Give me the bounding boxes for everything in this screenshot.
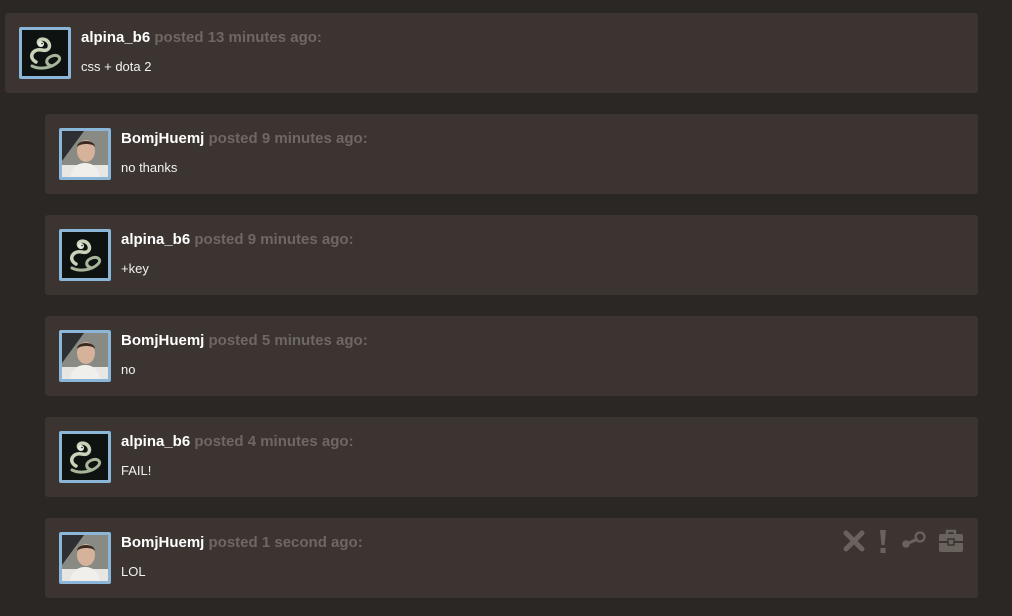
post-header: alpina_b6 posted 13 minutes ago: [81, 29, 322, 47]
comment-post: BomjHuemj posted 9 minutes ago: no thank… [45, 114, 978, 194]
report-icon[interactable] [878, 528, 888, 554]
comment-post: BomjHuemj posted 5 minutes ago: no [45, 316, 978, 396]
post-actions [842, 526, 964, 556]
author-name[interactable]: BomjHuemj [121, 332, 204, 349]
post-header: BomjHuemj posted 9 minutes ago: [121, 130, 368, 148]
author-name[interactable]: alpina_b6 [121, 433, 190, 450]
comment-post: alpina_b6 posted 4 minutes ago: FAIL! [45, 417, 978, 497]
post-timestamp: posted 4 minutes ago: [194, 433, 354, 450]
person-photo-icon [62, 535, 108, 581]
post-header: BomjHuemj posted 1 second ago: [121, 534, 363, 552]
delete-icon[interactable] [842, 529, 866, 553]
post-timestamp: posted 9 minutes ago: [208, 130, 368, 147]
post-body: +key [121, 261, 149, 276]
post-header: BomjHuemj posted 5 minutes ago: [121, 332, 368, 350]
person-photo-avatar[interactable] [59, 128, 111, 180]
serpent-avatar[interactable] [59, 431, 111, 483]
serpent-icon [62, 434, 108, 480]
steam-icon[interactable] [900, 531, 926, 551]
post-timestamp: posted 1 second ago: [208, 534, 363, 551]
trade-icon[interactable] [938, 529, 964, 553]
person-photo-avatar[interactable] [59, 330, 111, 382]
post-header: alpina_b6 posted 9 minutes ago: [121, 231, 354, 249]
author-name[interactable]: BomjHuemj [121, 130, 204, 147]
post-body: no [121, 362, 136, 377]
post-timestamp: posted 5 minutes ago: [208, 332, 368, 349]
author-name[interactable]: BomjHuemj [121, 534, 204, 551]
author-name[interactable]: alpina_b6 [81, 29, 150, 46]
post-body: FAIL! [121, 463, 152, 478]
serpent-icon [22, 30, 68, 76]
comment-post: alpina_b6 posted 13 minutes ago: css + d… [5, 13, 978, 93]
serpent-icon [62, 232, 108, 278]
post-timestamp: posted 9 minutes ago: [194, 231, 354, 248]
person-photo-avatar[interactable] [59, 532, 111, 584]
post-body: no thanks [121, 160, 178, 175]
serpent-avatar[interactable] [59, 229, 111, 281]
comment-post: alpina_b6 posted 9 minutes ago: +key [45, 215, 978, 295]
comment-thread: alpina_b6 posted 13 minutes ago: css + d… [0, 0, 1012, 616]
post-body: css + dota 2 [81, 59, 152, 74]
comment-post: BomjHuemj posted 1 second ago: LOL [45, 518, 978, 598]
person-photo-icon [62, 131, 108, 177]
serpent-avatar[interactable] [19, 27, 71, 79]
post-timestamp: posted 13 minutes ago: [154, 29, 322, 46]
post-body: LOL [121, 564, 146, 579]
author-name[interactable]: alpina_b6 [121, 231, 190, 248]
person-photo-icon [62, 333, 108, 379]
post-header: alpina_b6 posted 4 minutes ago: [121, 433, 354, 451]
